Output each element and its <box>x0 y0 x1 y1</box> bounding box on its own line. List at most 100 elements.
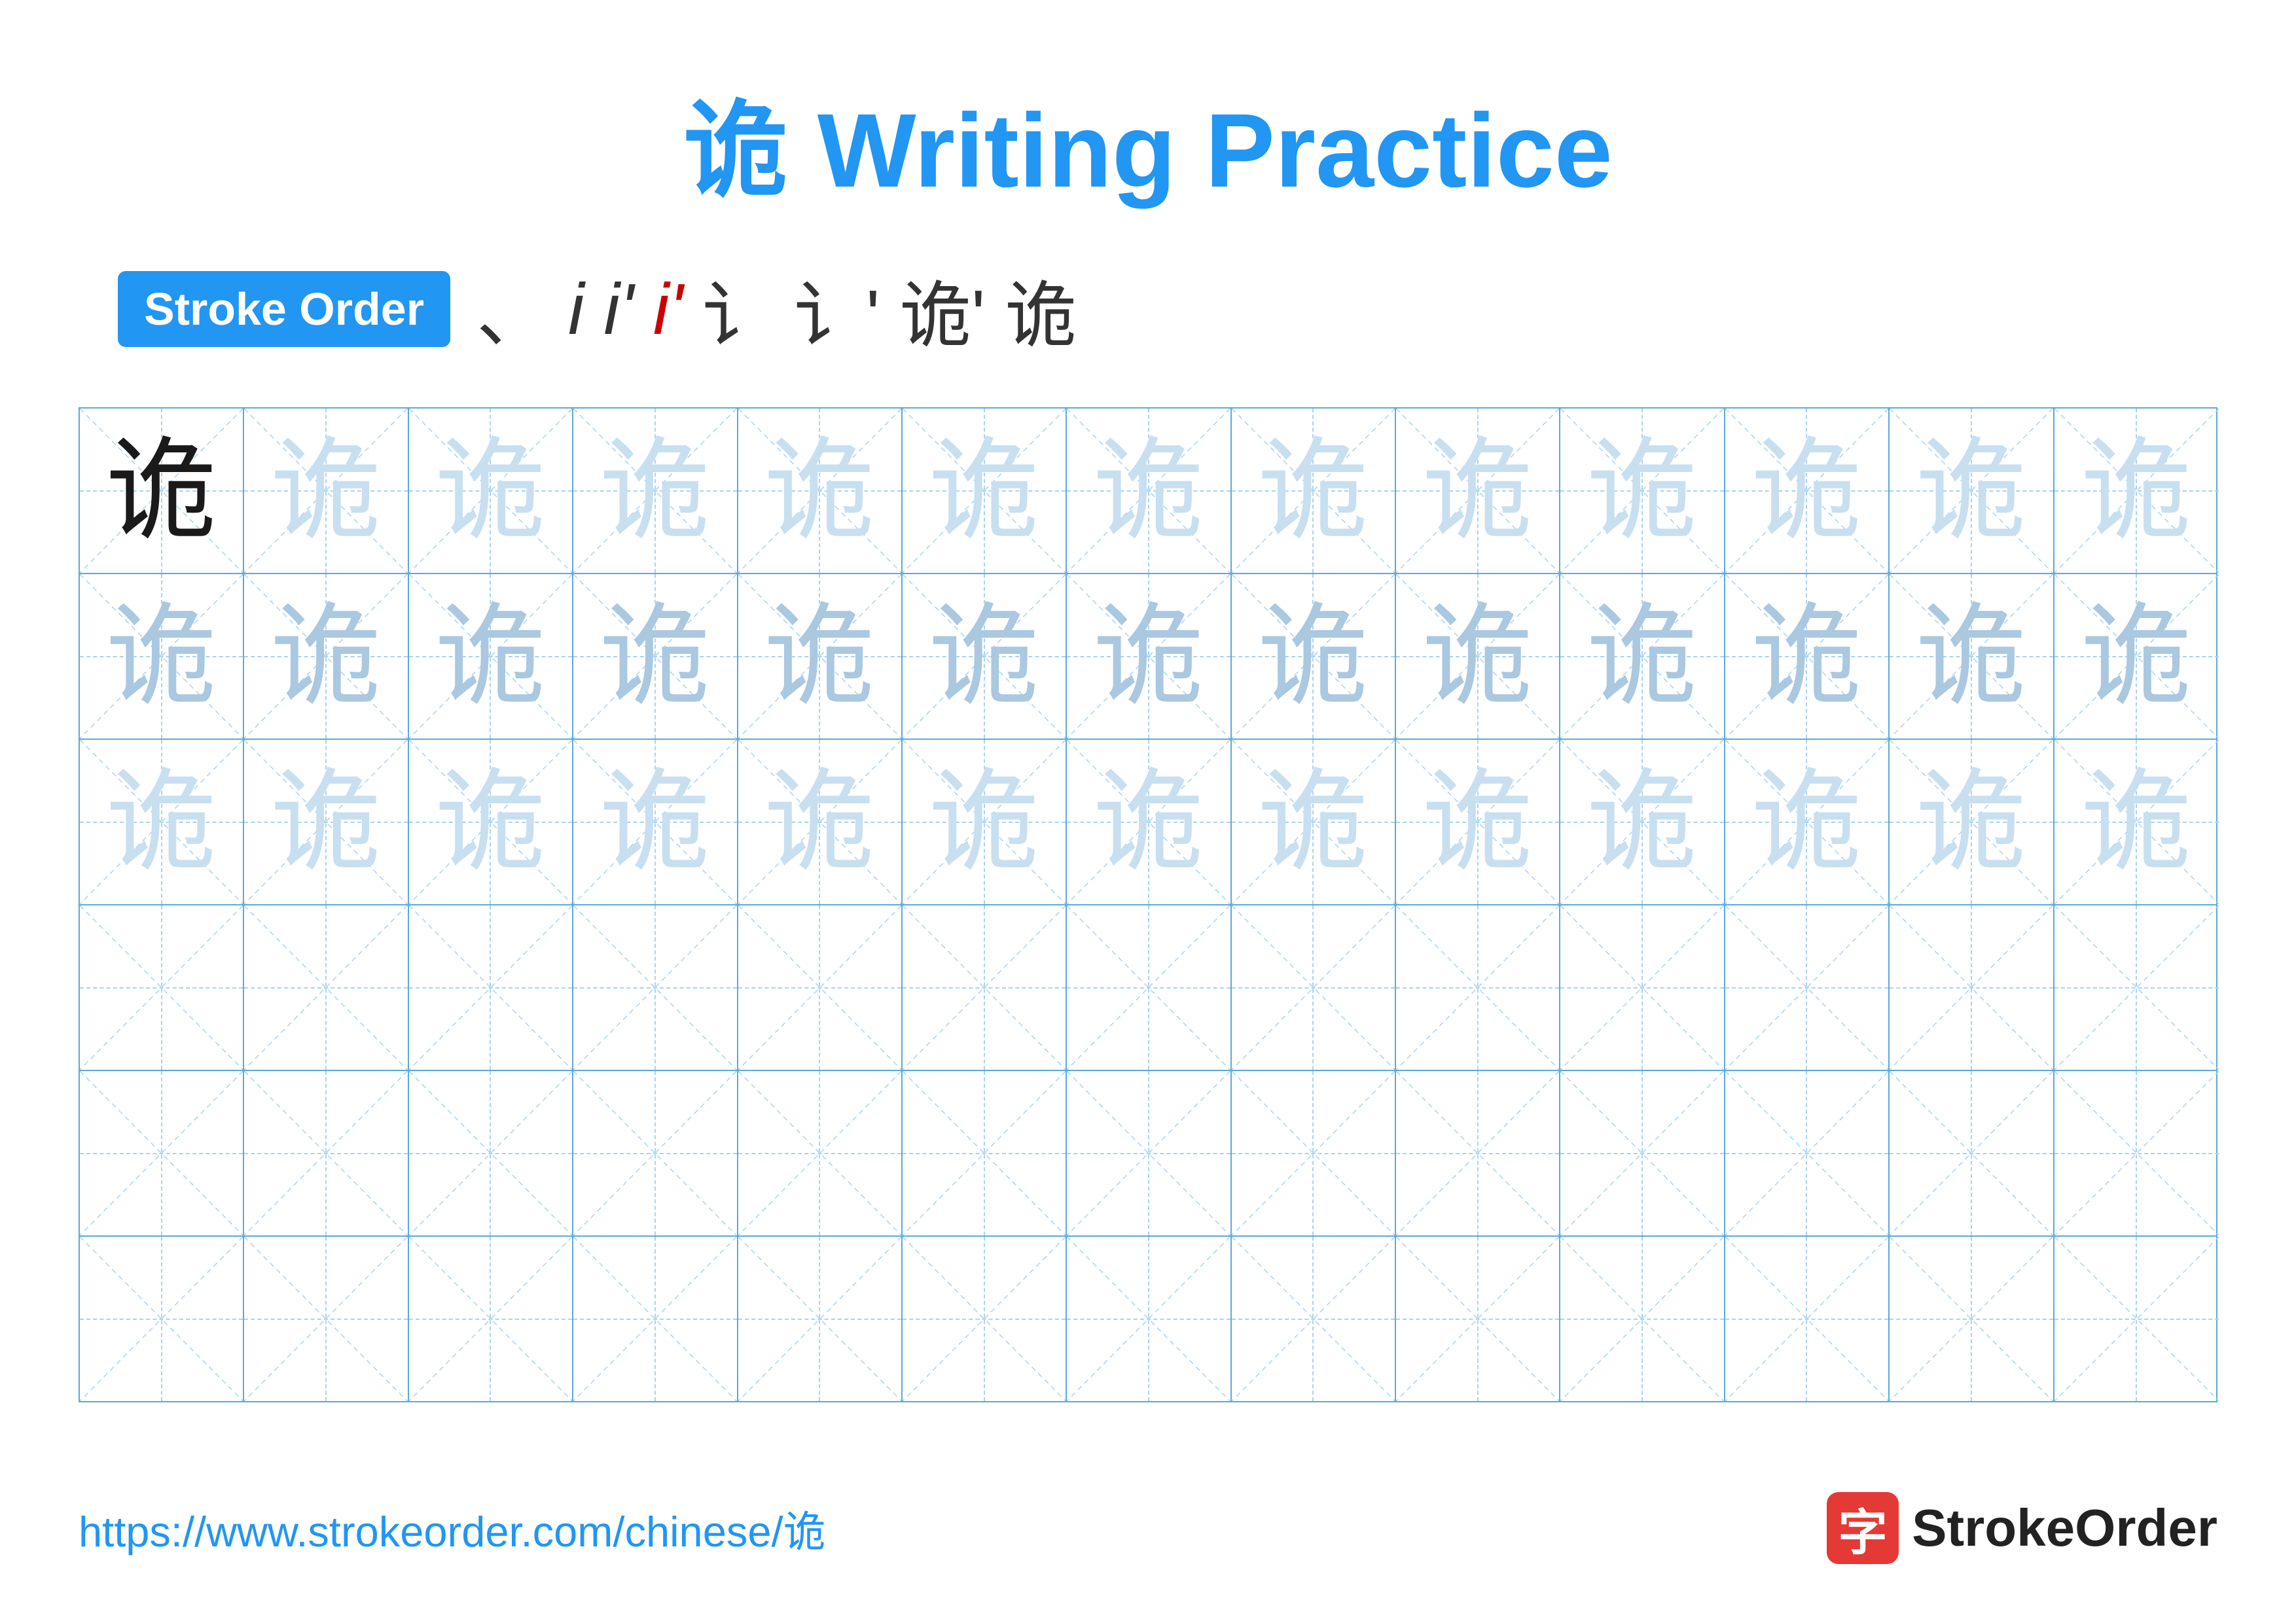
grid-cell <box>1725 905 1890 1070</box>
grid-cell: 诡 <box>409 574 573 739</box>
char-light: 诡 <box>929 767 1040 878</box>
grid-cell: 诡 <box>1725 409 1890 573</box>
stroke-6: 讠' <box>794 257 880 361</box>
char-medium: 诡 <box>106 601 217 712</box>
grid-cell: 诡 <box>573 409 738 573</box>
char-medium: 诡 <box>1093 601 1204 712</box>
stroke-order-badge: Stroke Order <box>118 271 450 347</box>
grid-cell: 诡 <box>1396 409 1560 573</box>
grid-cell: 诡 <box>1396 574 1560 739</box>
grid-cell <box>1067 1071 1231 1235</box>
grid-cell: 诡 <box>2054 574 2219 739</box>
char-light: 诡 <box>1916 767 2027 878</box>
char-medium: 诡 <box>270 601 382 712</box>
grid-cell <box>244 1071 408 1235</box>
grid-cell <box>1232 1071 1396 1235</box>
grid-cell: 诡 <box>1560 740 1725 904</box>
grid-row-3: 诡 诡 诡 诡 诡 诡 诡 <box>80 740 2216 905</box>
grid-cell <box>2054 905 2219 1070</box>
char-medium: 诡 <box>929 601 1040 712</box>
grid-cell: 诡 <box>1890 409 2054 573</box>
grid-cell: 诡 <box>1560 409 1725 573</box>
grid-cell <box>2054 1237 2219 1401</box>
grid-cell <box>1890 1237 2054 1401</box>
char-light: 诡 <box>1093 435 1204 547</box>
grid-cell <box>738 905 903 1070</box>
footer-logo-icon: 字 <box>1827 1492 1899 1564</box>
char-light: 诡 <box>1916 435 2027 547</box>
grid-cell: 诡 <box>80 740 244 904</box>
grid-cell <box>2054 1071 2219 1235</box>
grid-cell <box>244 905 408 1070</box>
stroke-2: i <box>568 268 584 351</box>
char-light: 诡 <box>1422 767 1534 878</box>
grid-cell <box>409 1237 573 1401</box>
char-light: 诡 <box>1093 767 1204 878</box>
grid-cell: 诡 <box>2054 409 2219 573</box>
stroke-order-row: Stroke Order 、 i i' i' 讠 讠' 诡' 诡 <box>79 257 2217 361</box>
stroke-4: i' <box>653 268 683 351</box>
grid-cell: 诡 <box>573 574 738 739</box>
stroke-5: 讠 <box>702 257 774 361</box>
grid-cell <box>1725 1237 1890 1401</box>
grid-cell: 诡 <box>1232 409 1396 573</box>
stroke-1: 、 <box>476 257 548 361</box>
grid-cell <box>409 905 573 1070</box>
char-light: 诡 <box>600 767 711 878</box>
char-light: 诡 <box>1751 767 1862 878</box>
grid-cell: 诡 <box>738 574 903 739</box>
stroke-sequence: 、 i i' i' 讠 讠' 诡' 诡 <box>476 257 1077 361</box>
grid-cell: 诡 <box>409 740 573 904</box>
grid-row-4 <box>80 905 2216 1071</box>
grid-cell <box>1396 1237 1560 1401</box>
char-light: 诡 <box>600 435 711 547</box>
char-medium: 诡 <box>1751 601 1862 712</box>
grid-cell <box>738 1071 903 1235</box>
page-title: 诡 Writing Practice <box>683 65 1613 217</box>
char-light: 诡 <box>1751 435 1862 547</box>
grid-row-5 <box>80 1071 2216 1237</box>
grid-cell: 诡 <box>903 409 1067 573</box>
char-light: 诡 <box>2081 435 2192 547</box>
stroke-8: 诡 <box>1005 257 1077 361</box>
char-light: 诡 <box>1422 435 1534 547</box>
grid-cell: 诡 <box>573 740 738 904</box>
grid-cell <box>573 1071 738 1235</box>
grid-cell: 诡 <box>903 574 1067 739</box>
grid-cell: 诡 <box>80 574 244 739</box>
grid-cell: 诡 <box>738 409 903 573</box>
grid-cell <box>1232 1237 1396 1401</box>
grid-cell <box>1396 1071 1560 1235</box>
grid-cell: 诡 <box>1067 409 1231 573</box>
char-light: 诡 <box>270 767 382 878</box>
grid-cell <box>1232 905 1396 1070</box>
grid-row-6 <box>80 1237 2216 1401</box>
grid-cell: 诡 <box>244 574 408 739</box>
stroke-3: i' <box>603 268 633 351</box>
grid-cell: 诡 <box>2054 740 2219 904</box>
grid-cell: 诡 <box>1725 574 1890 739</box>
footer-url-link[interactable]: https://www.strokeorder.com/chinese/诡 <box>79 1497 826 1559</box>
grid-cell: 诡 <box>244 740 408 904</box>
grid-cell: 诡 <box>80 409 244 573</box>
grid-cell: 诡 <box>903 740 1067 904</box>
grid-cell <box>903 905 1067 1070</box>
grid-cell: 诡 <box>1725 740 1890 904</box>
char-medium: 诡 <box>435 601 546 712</box>
char-light: 诡 <box>2081 767 2192 878</box>
char-light: 诡 <box>106 767 217 878</box>
grid-cell: 诡 <box>1232 574 1396 739</box>
grid-cell: 诡 <box>244 409 408 573</box>
char-light: 诡 <box>435 435 546 547</box>
grid-cell <box>409 1071 573 1235</box>
grid-cell: 诡 <box>409 409 573 573</box>
grid-cell <box>903 1237 1067 1401</box>
char-light: 诡 <box>270 435 382 547</box>
char-light: 诡 <box>929 435 1040 547</box>
char-medium: 诡 <box>1422 601 1534 712</box>
grid-cell <box>1396 905 1560 1070</box>
char-medium: 诡 <box>2081 601 2192 712</box>
char-medium: 诡 <box>1587 601 1698 712</box>
char-light: 诡 <box>1257 767 1369 878</box>
char-medium: 诡 <box>1257 601 1369 712</box>
